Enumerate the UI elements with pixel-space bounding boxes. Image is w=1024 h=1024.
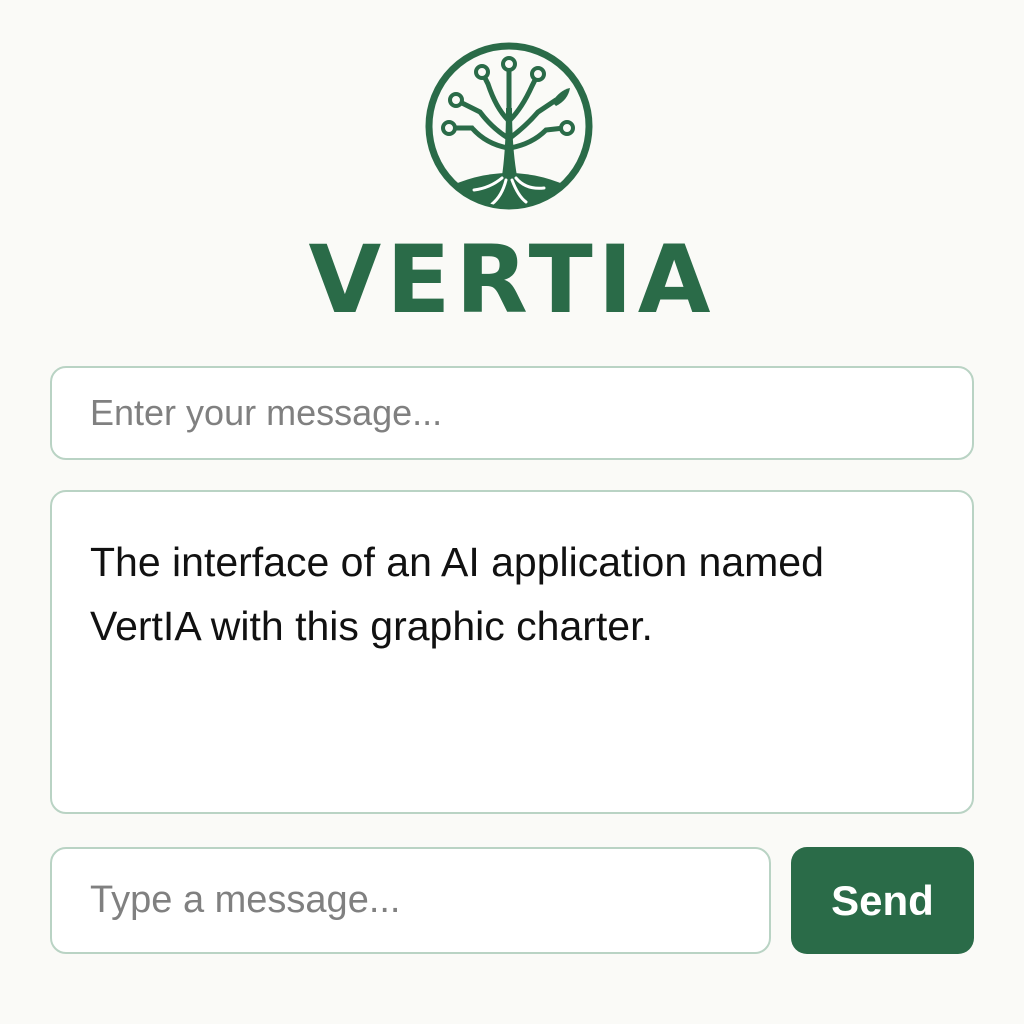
response-text: The interface of an AI application named… bbox=[90, 539, 824, 649]
response-panel: The interface of an AI application named… bbox=[50, 490, 974, 814]
app-root: VERTIA The interface of an AI applicatio… bbox=[0, 0, 1024, 1024]
send-button[interactable]: Send bbox=[791, 847, 974, 954]
tree-circuit-logo-icon bbox=[425, 42, 593, 210]
message-input[interactable] bbox=[52, 368, 972, 458]
composer-field[interactable] bbox=[50, 847, 771, 954]
brand-title: VERTIA bbox=[308, 226, 716, 335]
composer-input[interactable] bbox=[52, 849, 769, 952]
message-input-field[interactable] bbox=[50, 366, 974, 460]
